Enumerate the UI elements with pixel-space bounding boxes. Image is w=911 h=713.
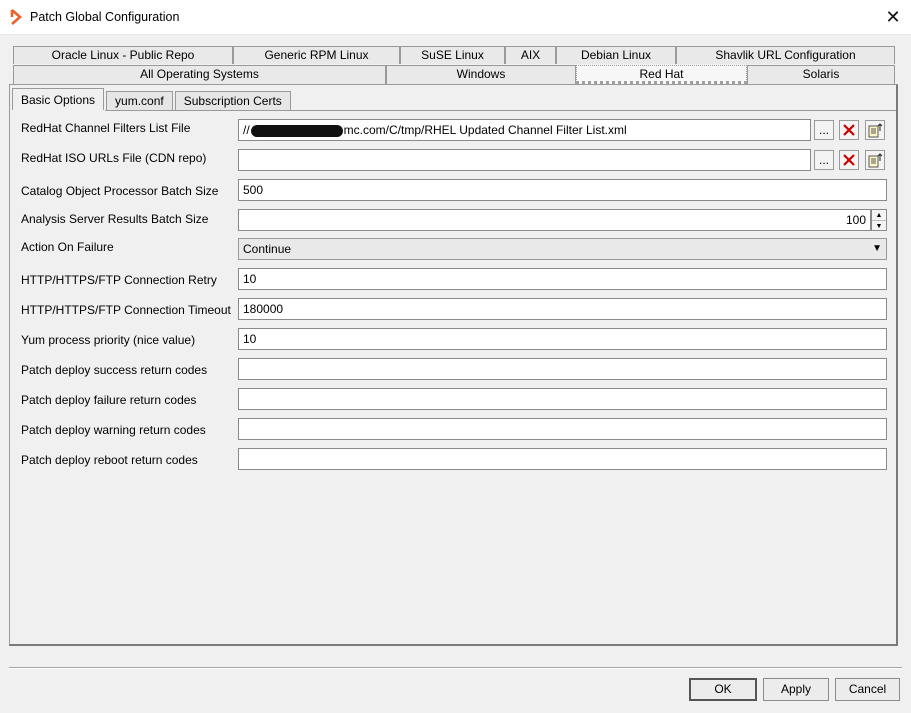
close-button[interactable]: ✕ xyxy=(875,0,911,34)
conn-timeout-label: HTTP/HTTPS/FTP Connection Timeout xyxy=(21,303,231,317)
tab-debian-linux[interactable]: Debian Linux xyxy=(556,46,676,64)
clear-button[interactable] xyxy=(839,120,859,140)
browse-button[interactable]: ... xyxy=(814,120,834,140)
analysis-batch-stepper[interactable]: ▲ ▼ xyxy=(871,209,887,231)
ok-button[interactable]: OK xyxy=(689,678,757,701)
window-title: Patch Global Configuration xyxy=(30,10,180,24)
apply-button[interactable]: Apply xyxy=(763,678,829,701)
import-button[interactable] xyxy=(865,150,885,170)
subtab-bar: Basic Options yum.conf Subscription Cert… xyxy=(12,88,293,110)
analysis-batch-label: Analysis Server Results Batch Size xyxy=(21,212,209,226)
red-x-icon xyxy=(843,154,855,166)
reboot-codes-field[interactable] xyxy=(238,448,887,470)
action-on-failure-select[interactable]: Continue ▼ xyxy=(238,238,887,260)
button-separator xyxy=(9,667,902,669)
conn-retry-label: HTTP/HTTPS/FTP Connection Retry xyxy=(21,273,217,287)
tab-aix[interactable]: AIX xyxy=(505,46,556,64)
red-x-icon xyxy=(843,124,855,136)
bmc-logo-icon xyxy=(10,9,22,25)
tab-generic-rpm-linux[interactable]: Generic RPM Linux xyxy=(233,46,400,64)
cancel-button[interactable]: Cancel xyxy=(835,678,900,701)
yum-priority-label: Yum process priority (nice value) xyxy=(21,333,196,347)
tab-solaris[interactable]: Solaris xyxy=(747,65,895,84)
spin-up-icon[interactable]: ▲ xyxy=(872,210,886,221)
tab-oracle-linux[interactable]: Oracle Linux - Public Repo xyxy=(13,46,233,64)
success-codes-field[interactable] xyxy=(238,358,887,380)
tab-windows[interactable]: Windows xyxy=(386,65,576,84)
chevron-down-icon: ▼ xyxy=(872,243,882,254)
tab-shavlik-url-configuration[interactable]: Shavlik URL Configuration xyxy=(676,46,895,64)
tab-suse-linux[interactable]: SuSE Linux xyxy=(400,46,505,64)
import-file-icon xyxy=(868,123,883,138)
subtab-subscription-certs[interactable]: Subscription Certs xyxy=(174,91,291,110)
failure-codes-field[interactable] xyxy=(238,388,887,410)
subtab-divider xyxy=(105,110,896,111)
warning-codes-label: Patch deploy warning return codes xyxy=(21,423,206,437)
channel-filters-field[interactable]: // mc.com/C/tmp/RHEL Updated Channel Filt… xyxy=(238,119,811,141)
catalog-batch-field[interactable]: 500 xyxy=(238,179,887,201)
iso-urls-label: RedHat ISO URLs File (CDN repo) xyxy=(21,151,207,165)
title-bar: Patch Global Configuration ✕ xyxy=(0,0,911,35)
action-on-failure-label: Action On Failure xyxy=(21,240,114,254)
action-on-failure-value: Continue xyxy=(243,242,292,256)
subtab-basic-options[interactable]: Basic Options xyxy=(12,88,105,110)
tab-red-hat[interactable]: Red Hat xyxy=(576,65,747,84)
tab-row-2: All Operating Systems Windows Red Hat So… xyxy=(13,65,895,84)
conn-timeout-field[interactable]: 180000 xyxy=(238,298,887,320)
reboot-codes-label: Patch deploy reboot return codes xyxy=(21,453,198,467)
subtab-yum-conf[interactable]: yum.conf xyxy=(106,91,173,110)
channel-filters-value-suffix: mc.com/C/tmp/RHEL Updated Channel Filter… xyxy=(343,123,627,137)
catalog-batch-label: Catalog Object Processor Batch Size xyxy=(21,184,219,198)
iso-urls-field[interactable] xyxy=(238,149,811,171)
tab-row-1: Oracle Linux - Public Repo Generic RPM L… xyxy=(13,46,895,64)
clear-button[interactable] xyxy=(839,150,859,170)
browse-button[interactable]: ... xyxy=(814,150,834,170)
failure-codes-label: Patch deploy failure return codes xyxy=(21,393,197,407)
spin-down-icon[interactable]: ▼ xyxy=(872,221,886,231)
import-file-icon xyxy=(868,153,883,168)
success-codes-label: Patch deploy success return codes xyxy=(21,363,208,377)
redacted-mark xyxy=(250,124,343,137)
analysis-batch-field[interactable]: 100 xyxy=(238,209,871,231)
tab-all-operating-systems[interactable]: All Operating Systems xyxy=(13,65,386,84)
conn-retry-field[interactable]: 10 xyxy=(238,268,887,290)
import-button[interactable] xyxy=(865,120,885,140)
channel-filters-value-prefix: // xyxy=(243,123,250,137)
warning-codes-field[interactable] xyxy=(238,418,887,440)
yum-priority-field[interactable]: 10 xyxy=(238,328,887,350)
channel-filters-label: RedHat Channel Filters List File xyxy=(21,121,191,135)
